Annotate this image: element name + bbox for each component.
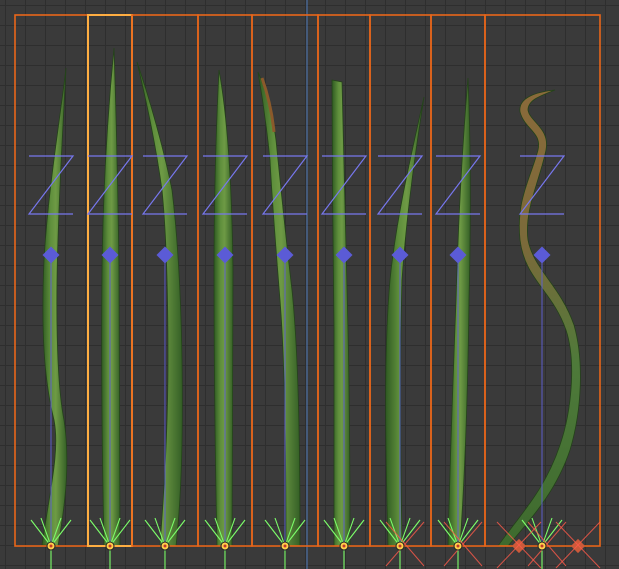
origin-point-center [163, 544, 167, 548]
red-diamond [570, 538, 586, 554]
origin-point-center [283, 544, 287, 548]
leaf-mesh[interactable] [257, 71, 301, 547]
origin-point-center [49, 544, 53, 548]
leaf-mesh[interactable] [497, 89, 581, 547]
leaf-mesh[interactable] [213, 69, 234, 547]
origin-point-center [456, 544, 460, 548]
red-diamond [511, 538, 527, 554]
leaf-shape[interactable] [331, 79, 351, 547]
leaf-mesh[interactable] [385, 96, 425, 547]
origin-point-center [398, 544, 402, 548]
leaf-mesh[interactable] [101, 47, 121, 547]
red-cross-marker[interactable] [555, 521, 601, 569]
leaf-mesh[interactable] [331, 79, 351, 547]
leaf-shape[interactable] [385, 96, 425, 547]
leaf-shape[interactable] [101, 47, 121, 547]
leaf-shape[interactable] [497, 89, 581, 547]
leaf-shape[interactable] [257, 71, 301, 547]
origin-point-center [223, 544, 227, 548]
origin-point-center [108, 544, 112, 548]
leaf-mesh[interactable] [41, 67, 68, 547]
gizmo-ray [264, 519, 286, 547]
leaf-mesh[interactable] [447, 77, 471, 547]
empty-zigzag[interactable] [434, 155, 482, 215]
leaves-layer [41, 47, 581, 547]
3d-viewport[interactable] [0, 0, 619, 569]
empty-zigzag[interactable] [261, 155, 309, 215]
leaf-shape[interactable] [213, 69, 234, 547]
origin-point-center [342, 544, 346, 548]
origin-point-center [540, 544, 544, 548]
leaf-mesh[interactable] [136, 61, 183, 547]
leaf-shape[interactable] [136, 61, 183, 547]
leaf-shape[interactable] [447, 77, 471, 547]
leaf-shape[interactable] [41, 67, 68, 547]
empty-zigzag[interactable] [376, 155, 424, 215]
